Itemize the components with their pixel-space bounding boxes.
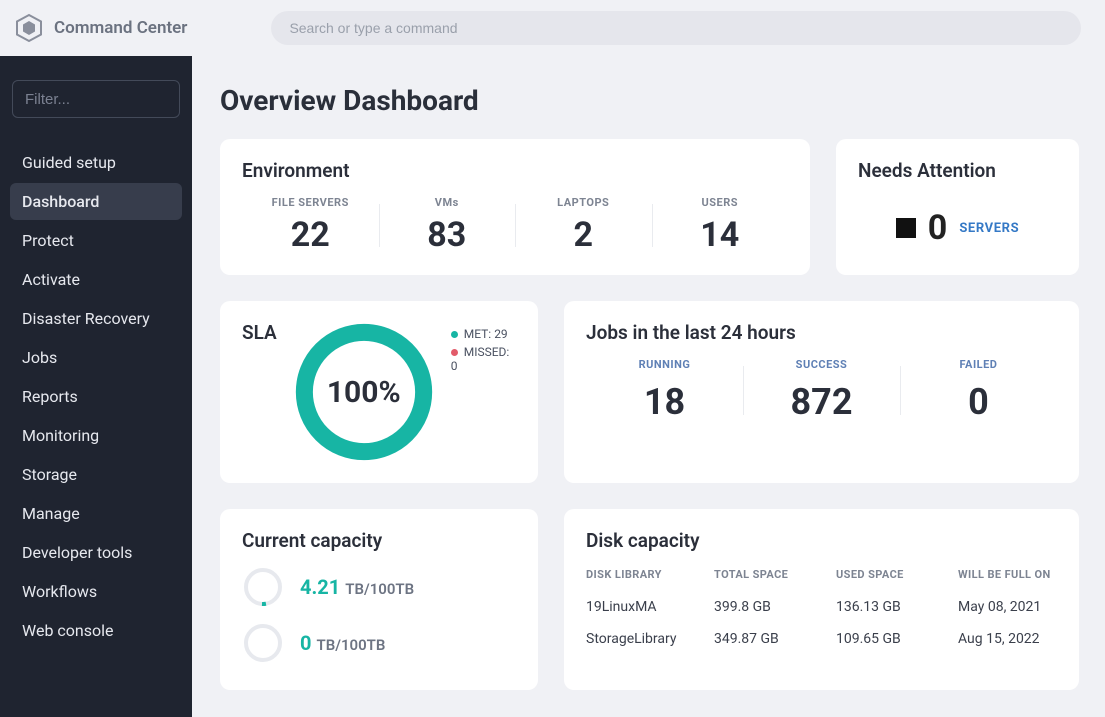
sidebar-item-storage[interactable]: Storage bbox=[10, 456, 182, 493]
jobs-stat-value: 0 bbox=[900, 381, 1057, 423]
env-stat-value: 2 bbox=[515, 215, 652, 255]
jobs-stat-label: SUCCESS bbox=[743, 358, 900, 371]
sidebar-item-workflows[interactable]: Workflows bbox=[10, 573, 182, 610]
capacity-used-unit: TB bbox=[316, 636, 335, 654]
app-logo-icon bbox=[14, 13, 44, 43]
capacity-total-value: 100 bbox=[370, 580, 396, 598]
attention-count: 0 bbox=[928, 208, 948, 248]
sidebar-item-developer-tools[interactable]: Developer tools bbox=[10, 534, 182, 571]
sla-legend-met: MET: 29 bbox=[451, 327, 516, 341]
table-row[interactable]: StorageLibrary 349.87 GB 109.65 GB Aug 1… bbox=[586, 623, 1057, 655]
env-stat-label: FILE SERVERS bbox=[242, 196, 379, 209]
sla-donut-chart: 100% bbox=[293, 321, 435, 463]
sidebar-nav: Guided setup Dashboard Protect Activate … bbox=[10, 144, 182, 649]
disk-col-library: DISK LIBRARY bbox=[586, 568, 714, 581]
disk-capacity-card: Disk capacity DISK LIBRARY TOTAL SPACE U… bbox=[564, 509, 1079, 690]
current-capacity-card: Current capacity 4.21 TB/100TB bbox=[220, 509, 538, 690]
env-stat-value: 14 bbox=[652, 215, 789, 255]
environment-card: Environment FILE SERVERS 22 VMs 83 LAPTO… bbox=[220, 139, 810, 275]
global-search[interactable] bbox=[271, 11, 1081, 45]
capacity-used-value: 0 bbox=[300, 631, 311, 655]
disk-cell-used: 109.65 GB bbox=[836, 631, 958, 647]
jobs-stat-failed[interactable]: FAILED 0 bbox=[900, 358, 1057, 423]
env-stat-label: LAPTOPS bbox=[515, 196, 652, 209]
env-stat-users[interactable]: USERS 14 bbox=[652, 196, 789, 255]
jobs-stat-success[interactable]: SUCCESS 872 bbox=[743, 358, 900, 423]
jobs-card: Jobs in the last 24 hours RUNNING 18 SUC… bbox=[564, 301, 1079, 483]
sidebar: Guided setup Dashboard Protect Activate … bbox=[0, 56, 192, 717]
capacity-ring-icon bbox=[242, 566, 284, 608]
disk-cell-library: StorageLibrary bbox=[586, 631, 714, 647]
capacity-used-unit: TB bbox=[345, 580, 364, 598]
main-content: Overview Dashboard Environment FILE SERV… bbox=[192, 56, 1105, 717]
sidebar-item-monitoring[interactable]: Monitoring bbox=[10, 417, 182, 454]
capacity-ring-icon bbox=[242, 622, 284, 664]
jobs-title: Jobs in the last 24 hours bbox=[586, 321, 1057, 344]
disk-col-used: USED SPACE bbox=[836, 568, 958, 581]
capacity-text: 4.21 TB/100TB bbox=[300, 575, 414, 599]
global-search-input[interactable] bbox=[289, 20, 1063, 36]
page-title: Overview Dashboard bbox=[220, 84, 1079, 117]
jobs-stat-label: RUNNING bbox=[586, 358, 743, 371]
sla-title: SLA bbox=[242, 321, 277, 344]
disk-cell-full-on: Aug 15, 2022 bbox=[958, 631, 1057, 647]
capacity-row-1: 4.21 TB/100TB bbox=[242, 566, 516, 608]
capacity-total-unit: TB bbox=[395, 580, 414, 598]
disk-table-header: DISK LIBRARY TOTAL SPACE USED SPACE WILL… bbox=[586, 568, 1057, 581]
sla-legend-missed: MISSED: 0 bbox=[451, 345, 516, 373]
capacity-used-value: 4.21 bbox=[300, 575, 340, 599]
sidebar-item-jobs[interactable]: Jobs bbox=[10, 339, 182, 376]
sla-legend-met-label: MET: 29 bbox=[464, 327, 508, 341]
disk-col-total: TOTAL SPACE bbox=[714, 568, 836, 581]
attention-status-icon bbox=[896, 218, 916, 238]
env-stat-value: 22 bbox=[242, 215, 379, 255]
sidebar-item-guided-setup[interactable]: Guided setup bbox=[10, 144, 182, 181]
sidebar-item-web-console[interactable]: Web console bbox=[10, 612, 182, 649]
capacity-total-unit: TB bbox=[367, 636, 386, 654]
needs-attention-title: Needs Attention bbox=[858, 159, 1057, 182]
env-stat-value: 83 bbox=[379, 215, 516, 255]
sidebar-item-protect[interactable]: Protect bbox=[10, 222, 182, 259]
sidebar-filter-input[interactable] bbox=[25, 91, 167, 108]
env-stat-label: USERS bbox=[652, 196, 789, 209]
jobs-stat-running[interactable]: RUNNING 18 bbox=[586, 358, 743, 423]
sla-card: SLA 100% MET: 29 MISSED: 0 bbox=[220, 301, 538, 483]
capacity-text: 0 TB/100TB bbox=[300, 631, 385, 655]
sidebar-item-reports[interactable]: Reports bbox=[10, 378, 182, 415]
current-capacity-title: Current capacity bbox=[242, 529, 516, 552]
needs-attention-card: Needs Attention 0 SERVERS bbox=[836, 139, 1079, 275]
attention-servers-link[interactable]: SERVERS bbox=[959, 221, 1019, 236]
env-stat-label: VMs bbox=[379, 196, 516, 209]
disk-col-full-on: WILL BE FULL ON bbox=[958, 568, 1057, 581]
jobs-stat-value: 872 bbox=[743, 381, 900, 423]
sla-percent: 100% bbox=[293, 321, 435, 463]
disk-cell-total: 349.87 GB bbox=[714, 631, 836, 647]
sidebar-item-dashboard[interactable]: Dashboard bbox=[10, 183, 182, 220]
disk-cell-total: 399.8 GB bbox=[714, 599, 836, 615]
capacity-row-2: 0 TB/100TB bbox=[242, 622, 516, 664]
sidebar-filter[interactable] bbox=[12, 80, 180, 118]
sidebar-item-activate[interactable]: Activate bbox=[10, 261, 182, 298]
disk-cell-full-on: May 08, 2021 bbox=[958, 599, 1057, 615]
sidebar-item-disaster-recovery[interactable]: Disaster Recovery bbox=[10, 300, 182, 337]
jobs-stat-label: FAILED bbox=[900, 358, 1057, 371]
disk-cell-used: 136.13 GB bbox=[836, 599, 958, 615]
sla-legend: MET: 29 MISSED: 0 bbox=[451, 327, 516, 463]
app-title: Command Center bbox=[54, 18, 187, 38]
sidebar-item-manage[interactable]: Manage bbox=[10, 495, 182, 532]
env-stat-laptops[interactable]: LAPTOPS 2 bbox=[515, 196, 652, 255]
capacity-total-value: 100 bbox=[341, 636, 367, 654]
disk-cell-library: 19LinuxMA bbox=[586, 599, 714, 615]
env-stat-file-servers[interactable]: FILE SERVERS 22 bbox=[242, 196, 379, 255]
table-row[interactable]: 19LinuxMA 399.8 GB 136.13 GB May 08, 202… bbox=[586, 591, 1057, 623]
jobs-stat-value: 18 bbox=[586, 381, 743, 423]
sla-legend-missed-label: MISSED: 0 bbox=[451, 345, 510, 373]
disk-capacity-title: Disk capacity bbox=[586, 529, 1057, 552]
env-stat-vms[interactable]: VMs 83 bbox=[379, 196, 516, 255]
environment-title: Environment bbox=[242, 159, 788, 182]
